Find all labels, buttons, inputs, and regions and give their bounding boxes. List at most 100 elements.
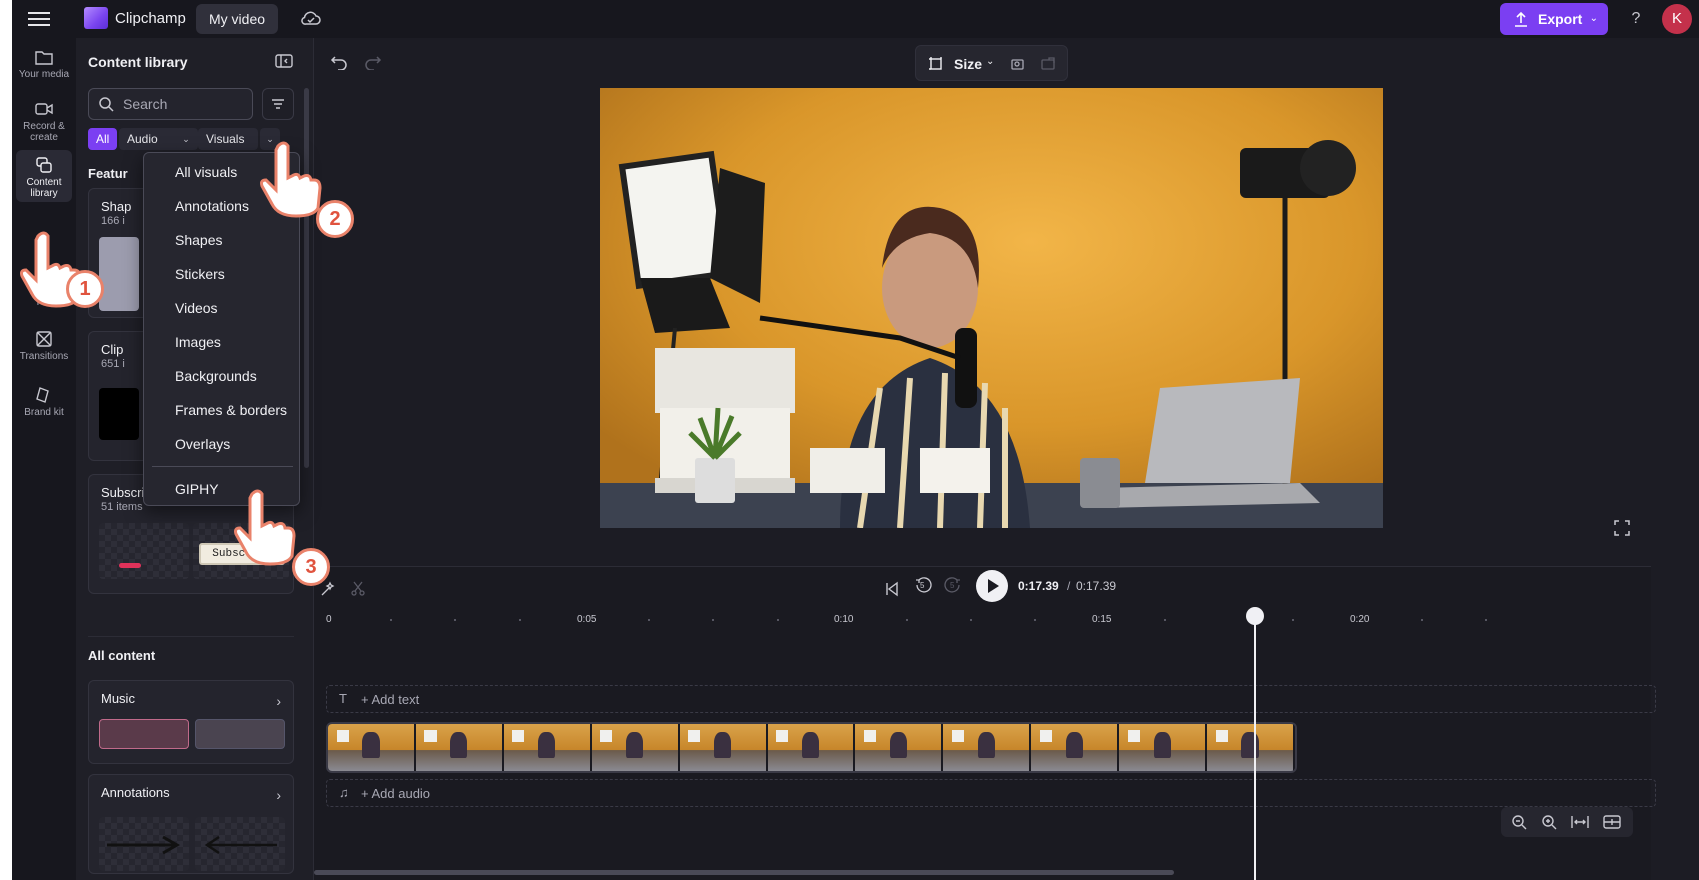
audio-track[interactable]: ♫ + Add audio (326, 779, 1656, 807)
export-button[interactable]: Export ⌄ (1500, 3, 1608, 35)
cloud-sync-icon[interactable] (300, 9, 322, 29)
filter-icon (272, 99, 284, 109)
project-name-button[interactable]: My video (196, 4, 279, 34)
playhead[interactable] (1254, 611, 1256, 880)
fullscreen-icon[interactable] (1614, 520, 1630, 536)
background-remove-icon[interactable] (1010, 56, 1026, 72)
rail-item-your-media[interactable]: Your media (16, 48, 72, 80)
rail-label: Brand kit (24, 407, 64, 418)
size-button[interactable]: Size (954, 56, 982, 72)
tick-dot (970, 619, 972, 621)
tick-label: 0:10 (834, 614, 854, 625)
video-frame-image (600, 88, 1383, 528)
tick-dot (1421, 619, 1423, 621)
rail-item-transitions[interactable]: Transitions (16, 330, 72, 362)
redo-icon[interactable] (364, 54, 382, 70)
collapse-panel-icon[interactable] (274, 52, 294, 70)
playhead-handle[interactable] (1246, 607, 1264, 625)
clip-thumbnail (99, 388, 139, 440)
music-thumbnail (195, 719, 285, 749)
clip-frame (591, 724, 680, 771)
timeline: 5 5 0:17.39 / 0:17.39 0 0:05 0:10 0:15 0… (314, 566, 1656, 880)
tick-label: 0 (326, 614, 332, 625)
left-rail: Your media Record & create Content libra… (12, 38, 76, 880)
hand-pointer-icon (234, 489, 296, 566)
pointer-hand-step-1: 1 (16, 228, 106, 318)
card-title: Annotations (101, 785, 170, 800)
chevron-right-icon: › (276, 787, 281, 803)
step-badge: 2 (316, 200, 354, 238)
hand-pointer-icon (260, 141, 322, 218)
menu-item-backgrounds[interactable]: Backgrounds (144, 361, 299, 391)
tick-dot (454, 619, 456, 621)
chip-all[interactable]: All (88, 128, 118, 150)
annotation-thumbnail (195, 817, 285, 871)
rail-item-record-create[interactable]: Record & create (16, 100, 72, 143)
tick-dot (1034, 619, 1036, 621)
resize-icon (929, 57, 942, 70)
content-library-icon (36, 157, 52, 173)
menu-item-frames-borders[interactable]: Frames & borders (144, 395, 299, 425)
clip-frame (328, 724, 416, 771)
split-scissors-icon[interactable] (350, 581, 366, 597)
tick-dot (648, 619, 650, 621)
size-toolbar: Size ⌄ (915, 45, 1068, 81)
content-card-music[interactable]: Music › (88, 680, 294, 764)
content-card-annotations[interactable]: Annotations › (88, 774, 294, 874)
text-track[interactable]: T + Add text (326, 685, 1656, 713)
annotation-thumbnail (99, 817, 189, 871)
skip-seconds: 5 (950, 581, 955, 590)
skip-to-start-icon[interactable] (884, 581, 900, 597)
undo-icon[interactable] (330, 54, 348, 70)
panel-title: Content library (88, 54, 188, 70)
clip-frame (415, 724, 504, 771)
rewind-5-icon[interactable]: 5 (914, 577, 932, 595)
audio-track-icon: ♫ (339, 785, 349, 800)
tick-label: 0:05 (577, 614, 597, 625)
card-count: 651 i (101, 358, 125, 370)
zoom-in-icon[interactable] (1541, 814, 1557, 830)
play-button[interactable] (976, 570, 1008, 602)
clip-frame (503, 724, 592, 771)
menu-item-videos[interactable]: Videos (144, 293, 299, 323)
forward-5-icon[interactable]: 5 (944, 577, 962, 595)
chip-visuals[interactable]: Visuals (198, 128, 259, 150)
audio-chevron-down-icon[interactable]: ⌄ (176, 128, 196, 150)
menu-item-stickers[interactable]: Stickers (144, 259, 299, 289)
sticker-thumbnail (99, 523, 189, 579)
zoom-out-icon[interactable] (1511, 814, 1527, 830)
menu-item-images[interactable]: Images (144, 327, 299, 357)
music-thumbnail (99, 719, 189, 749)
transitions-icon (36, 331, 52, 347)
video-clip[interactable] (326, 722, 1297, 773)
tick-dot (1485, 619, 1487, 621)
pointer-hand-step-2: 2 (256, 138, 356, 238)
video-preview-canvas[interactable] (600, 88, 1383, 528)
arrow-right-icon (107, 835, 181, 855)
camera-icon (35, 103, 53, 115)
tick-dot (519, 619, 521, 621)
help-icon[interactable]: ? (1626, 9, 1646, 29)
rail-label: create (30, 132, 58, 143)
layout-icon[interactable] (1040, 56, 1056, 72)
filter-button[interactable] (262, 88, 294, 120)
text-track-icon: T (339, 691, 347, 706)
skip-seconds: 5 (920, 581, 925, 590)
upload-icon (1515, 11, 1527, 27)
rail-item-content-library[interactable]: Content library (16, 150, 72, 202)
menu-item-overlays[interactable]: Overlays (144, 429, 299, 459)
tick-label: 0:20 (1350, 614, 1370, 625)
chevron-right-icon: › (276, 693, 281, 709)
avatar[interactable]: K (1662, 4, 1692, 34)
rail-item-brand-kit[interactable]: Brand kit (16, 386, 72, 418)
card-count: 166 i (101, 215, 125, 227)
brand-name: Clipchamp (115, 10, 186, 27)
fit-to-width-icon[interactable] (1571, 814, 1589, 830)
timeline-horizontal-scrollbar[interactable] (314, 870, 1174, 875)
card-count: 51 items (101, 501, 143, 513)
menu-icon[interactable] (28, 9, 50, 29)
tick-dot (390, 619, 392, 621)
timeline-view-icon[interactable] (1603, 814, 1621, 830)
clip-frame (855, 724, 944, 771)
zoom-controls (1501, 807, 1633, 837)
